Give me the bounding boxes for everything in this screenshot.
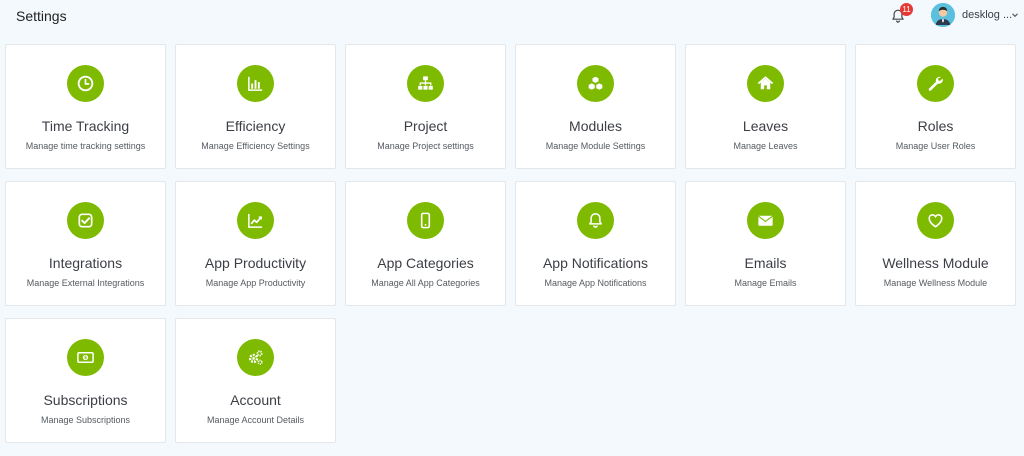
card-description: Manage Project settings (377, 141, 474, 151)
clock-icon (77, 75, 94, 92)
card-app-categories[interactable]: App Categories Manage All App Categories (345, 181, 506, 306)
bell-icon (589, 213, 602, 228)
card-description: Manage User Roles (895, 141, 976, 151)
card-description: Manage Module Settings (545, 141, 646, 151)
card-title: Project (403, 118, 448, 134)
cogs-icon (248, 350, 263, 365)
card-title: Integrations (48, 255, 123, 271)
card-wellness-module[interactable]: Wellness Module Manage Wellness Module (855, 181, 1016, 306)
card-app-productivity[interactable]: App Productivity Manage App Productivity (175, 181, 336, 306)
card-title: Time Tracking (41, 118, 130, 134)
card-title: Wellness Module (882, 255, 989, 271)
card-title: Leaves (742, 118, 789, 134)
card-description: Manage Leaves (733, 141, 798, 151)
chevron-down-icon[interactable] (1011, 11, 1019, 19)
wrench-icon (928, 76, 943, 91)
envelope-icon (758, 215, 773, 226)
card-description: Manage All App Categories (371, 278, 480, 288)
bar-chart-icon (248, 76, 263, 91)
card-title: Subscriptions (43, 392, 128, 408)
card-account[interactable]: Account Manage Account Details (175, 318, 336, 443)
card-description: Manage Emails (734, 278, 797, 288)
check-square-icon (78, 213, 93, 228)
sitemap-icon (418, 76, 433, 90)
card-description: Manage Subscriptions (40, 415, 131, 425)
card-title: Emails (744, 255, 787, 271)
card-time-tracking[interactable]: Time Tracking Manage time tracking setti… (5, 44, 166, 169)
mobile-icon (420, 212, 431, 229)
card-description: Manage App Productivity (205, 278, 306, 288)
card-app-notifications[interactable]: App Notifications Manage App Notificatio… (515, 181, 676, 306)
cubes-icon (588, 76, 603, 91)
page-title: Settings (16, 8, 67, 24)
card-efficiency[interactable]: Efficiency Manage Efficiency Settings (175, 44, 336, 169)
line-chart-icon (248, 213, 263, 228)
card-description: Manage External Integrations (26, 278, 145, 288)
home-icon (757, 76, 774, 90)
card-description: Manage App Notifications (544, 278, 647, 288)
card-description: Manage Efficiency Settings (201, 141, 310, 151)
top-bar: Settings 11 desklog ... (0, 0, 1024, 34)
card-title: Modules (569, 118, 622, 134)
heart-icon (928, 214, 943, 228)
card-leaves[interactable]: Leaves Manage Leaves (685, 44, 846, 169)
card-subscriptions[interactable]: $ Subscriptions Manage Subscriptions (5, 318, 166, 443)
card-title: App Productivity (204, 255, 307, 271)
card-integrations[interactable]: Integrations Manage External Integration… (5, 181, 166, 306)
card-emails[interactable]: Emails Manage Emails (685, 181, 846, 306)
card-project[interactable]: Project Manage Project settings (345, 44, 506, 169)
card-title: Roles (917, 118, 954, 134)
card-title: Efficiency (225, 118, 286, 134)
card-modules[interactable]: Modules Manage Module Settings (515, 44, 676, 169)
user-name[interactable]: desklog ... (962, 9, 1012, 21)
money-icon: $ (77, 351, 94, 364)
card-title: App Notifications (542, 255, 649, 271)
card-description: Manage time tracking settings (25, 141, 146, 151)
notification-badge: 11 (900, 3, 913, 16)
avatar[interactable] (931, 3, 955, 27)
card-title: App Categories (377, 255, 474, 271)
card-description: Manage Account Details (206, 415, 305, 425)
card-roles[interactable]: Roles Manage User Roles (855, 44, 1016, 169)
card-title: Account (230, 392, 281, 408)
svg-text:$: $ (84, 355, 87, 361)
settings-grid: Time Tracking Manage time tracking setti… (5, 44, 1016, 443)
card-description: Manage Wellness Module (883, 278, 988, 288)
